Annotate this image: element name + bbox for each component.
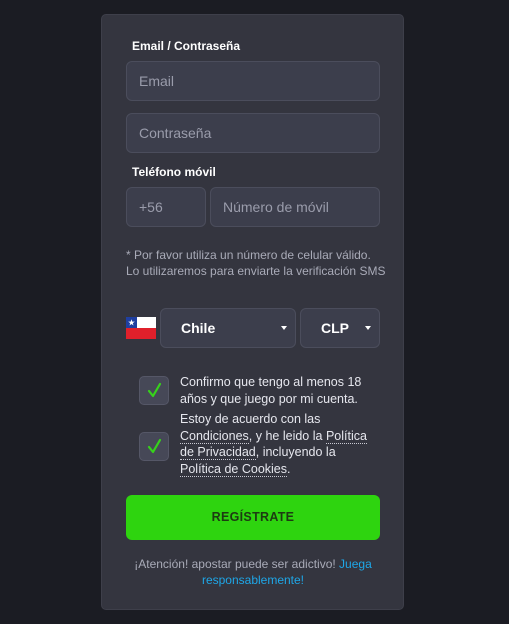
chevron-down-icon	[281, 326, 287, 330]
gambling-warning: ¡Atención! apostar puede ser adictivo! J…	[118, 556, 388, 588]
checkmark-icon	[147, 438, 162, 454]
chevron-down-icon	[365, 326, 371, 330]
warning-text: ¡Atención! apostar puede ser adictivo!	[134, 557, 340, 571]
terms-text: Estoy de acuerdo con las Condiciones, y …	[180, 411, 380, 477]
phone-number-input[interactable]	[210, 187, 380, 227]
terms-part2: , y he leido la	[248, 428, 326, 443]
conditions-link[interactable]: Condiciones	[180, 428, 249, 444]
password-input[interactable]	[126, 113, 380, 153]
checkmark-icon	[147, 382, 162, 398]
age-confirm-checkbox[interactable]	[139, 376, 169, 405]
phone-note: * Por favor utiliza un número de celular…	[126, 248, 386, 278]
age-confirm-text: Confirmo que tengo al menos 18 años y qu…	[180, 375, 362, 406]
terms-part1: Estoy de acuerdo con las	[180, 412, 321, 426]
phone-section-label: Teléfono móvil	[132, 165, 216, 179]
country-value: Chile	[181, 320, 216, 336]
terms-part3: , incluyendo la	[255, 445, 336, 459]
currency-select[interactable]: CLP	[300, 308, 380, 348]
terms-part4: .	[287, 461, 291, 476]
phone-prefix-select[interactable]: +56	[126, 187, 206, 227]
register-button[interactable]: REGÍSTRATE	[126, 495, 380, 540]
email-input[interactable]	[126, 61, 380, 101]
cookie-policy-link[interactable]: Política de Cookies	[180, 461, 288, 477]
currency-value: CLP	[321, 320, 349, 336]
chile-flag-icon	[126, 317, 156, 339]
country-select[interactable]: Chile	[160, 308, 296, 348]
email-section-label: Email / Contraseña	[132, 39, 241, 53]
registration-card: Email / Contraseña Teléfono móvil +56 * …	[101, 14, 404, 610]
terms-checkbox[interactable]	[139, 432, 169, 461]
